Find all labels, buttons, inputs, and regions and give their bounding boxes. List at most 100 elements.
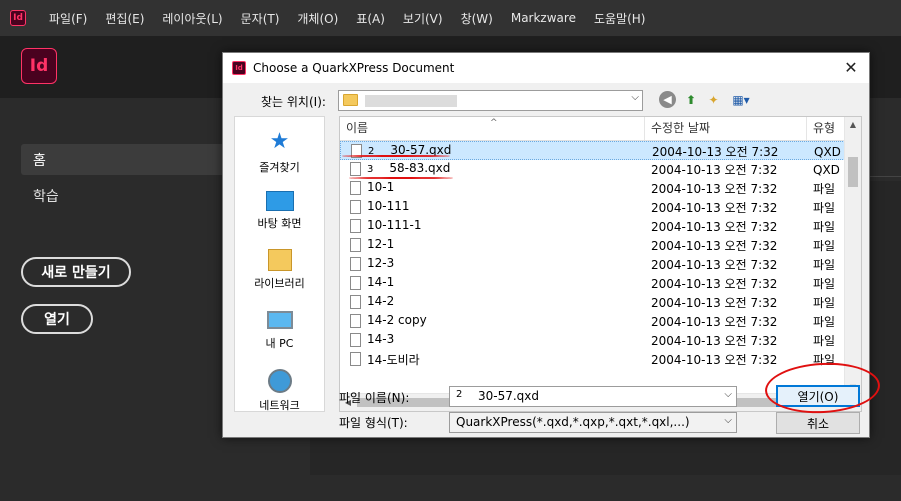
file-name-prefix: 2 xyxy=(456,389,463,400)
back-icon[interactable]: ◀ xyxy=(659,91,676,108)
file-name: 10-111-1 xyxy=(367,218,421,232)
file-icon xyxy=(350,238,361,252)
file-row[interactable]: 14-1 2004-10-13 오전 7:32 파일 xyxy=(340,274,847,293)
file-name: 14-도비라 xyxy=(367,351,420,368)
folder-icon xyxy=(343,94,358,106)
divider xyxy=(870,176,901,177)
file-icon xyxy=(350,219,361,233)
open-button[interactable]: 열기 xyxy=(21,304,93,334)
menu-layout[interactable]: 레이아웃(L) xyxy=(153,10,231,27)
file-name-input[interactable]: 2 30-57.qxd ⌵ xyxy=(449,386,737,407)
file-type: 파일 xyxy=(813,315,836,329)
menu-table[interactable]: 표(A) xyxy=(347,10,394,27)
scroll-thumb[interactable] xyxy=(848,157,858,187)
file-row[interactable]: 14-3 2004-10-13 오전 7:32 파일 xyxy=(340,331,847,350)
chevron-down-icon[interactable]: ⌵ xyxy=(724,389,732,400)
file-date: 2004-10-13 오전 7:32 xyxy=(651,220,778,234)
menu-view[interactable]: 보기(V) xyxy=(394,10,452,27)
file-row[interactable]: 230-57.qxd2004-10-13 오전 7:32QXD 파 xyxy=(340,141,848,160)
place-desktop[interactable]: 바탕 화면 xyxy=(235,181,324,239)
annotation-underline xyxy=(349,177,453,179)
dialog-titlebar[interactable]: Id Choose a QuarkXPress Document ✕ xyxy=(223,53,869,83)
place-libraries[interactable]: 라이브러리 xyxy=(235,241,324,299)
look-in-dropdown[interactable]: ⌵ xyxy=(338,90,643,111)
file-icon xyxy=(350,181,361,195)
menu-object[interactable]: 개체(O) xyxy=(288,10,347,27)
view-menu-icon[interactable]: ▦▾ xyxy=(728,91,754,109)
pc-icon xyxy=(266,311,293,329)
file-name: 14-3 xyxy=(367,332,394,346)
file-icon xyxy=(350,162,361,176)
file-date: 2004-10-13 오전 7:32 xyxy=(651,353,778,367)
file-row[interactable]: 10-111 2004-10-13 오전 7:32 파일 xyxy=(340,198,847,217)
nav-learn[interactable]: 학습 xyxy=(21,180,231,211)
file-name-text: 14-도비라 xyxy=(367,353,420,367)
place-label: 내 PC xyxy=(265,337,294,350)
file-name-text: 10-111 xyxy=(367,199,410,213)
file-date: 2004-10-13 오전 7:32 xyxy=(651,182,778,196)
column-header-date[interactable]: 수정한 날짜 xyxy=(645,117,807,140)
file-icon xyxy=(350,257,361,271)
menu-bar: Id 파일(F) 편집(E) 레이아웃(L) 문자(T) 개체(O) 표(A) … xyxy=(0,0,901,36)
place-network[interactable]: 네트워크 xyxy=(235,361,324,419)
scroll-up-icon[interactable]: ▲ xyxy=(845,117,861,133)
file-row[interactable]: 12-3 2004-10-13 오전 7:32 파일 xyxy=(340,255,847,274)
menu-type[interactable]: 문자(T) xyxy=(232,10,289,27)
file-name-label: 파일 이름(N): xyxy=(339,391,410,405)
indesign-title-icon: Id xyxy=(232,61,246,75)
file-type-label: 파일 형식(T): xyxy=(339,416,408,430)
file-name-text: 58-83.qxd xyxy=(389,161,451,175)
file-row[interactable]: 14-도비라 2004-10-13 오전 7:32 파일 xyxy=(340,350,847,369)
new-document-button[interactable]: 새로 만들기 xyxy=(21,257,131,287)
file-name: 10-111 xyxy=(367,199,410,213)
place-favorites[interactable]: ★ 즐겨찾기 xyxy=(235,121,324,179)
file-date: 2004-10-13 오전 7:32 xyxy=(651,334,778,348)
look-in-label: 찾는 위치(I): xyxy=(261,95,326,109)
column-header-type[interactable]: 유형 xyxy=(807,117,847,140)
file-row[interactable]: 10-1 2004-10-13 오전 7:32 파일 xyxy=(340,179,847,198)
place-label: 바탕 화면 xyxy=(257,217,302,230)
quark-open-dialog: Id Choose a QuarkXPress Document ✕ 찾는 위치… xyxy=(222,52,882,438)
file-name-text: 14-3 xyxy=(367,332,395,346)
file-row[interactable]: 14-2 2004-10-13 오전 7:32 파일 xyxy=(340,293,847,312)
new-folder-icon[interactable]: ✦ xyxy=(705,91,722,109)
file-name-value: 30-57.qxd xyxy=(478,389,540,403)
column-label: 이름 xyxy=(346,121,369,135)
place-this-pc[interactable]: 내 PC xyxy=(235,301,324,359)
file-name-text: 12-1 xyxy=(367,237,395,251)
close-icon[interactable]: ✕ xyxy=(841,58,861,78)
file-date: 2004-10-13 오전 7:32 xyxy=(651,277,778,291)
menu-file[interactable]: 파일(F) xyxy=(40,10,96,27)
menu-markzware[interactable]: Markzware xyxy=(502,11,585,25)
file-date: 2004-10-13 오전 7:32 xyxy=(651,258,778,272)
up-folder-icon[interactable]: ⬆ xyxy=(683,91,699,109)
file-name: 14-2 copy xyxy=(367,313,427,327)
nav-home[interactable]: 홈 xyxy=(21,144,231,175)
file-row[interactable]: 10-111-1 2004-10-13 오전 7:32 파일 xyxy=(340,217,847,236)
file-date: 2004-10-13 오전 7:32 xyxy=(651,201,778,215)
library-icon xyxy=(267,249,292,271)
file-date: 2004-10-13 오전 7:32 xyxy=(651,163,778,177)
annotation-underline xyxy=(342,155,450,157)
file-icon xyxy=(350,200,361,214)
chevron-down-icon: ⌵ xyxy=(631,92,639,103)
file-type-select[interactable]: QuarkXPress(*.qxd,*.qxp,*.qxt,*.qxl,...)… xyxy=(449,412,737,433)
menu-help[interactable]: 도움말(H) xyxy=(585,10,655,27)
file-name-text: 14-2 xyxy=(367,294,395,308)
file-type: 파일 xyxy=(813,296,836,310)
file-date: 2004-10-13 오전 7:32 xyxy=(652,145,779,159)
cancel-button[interactable]: 취소 xyxy=(776,412,860,434)
file-row[interactable]: 12-1 2004-10-13 오전 7:32 파일 xyxy=(340,236,847,255)
menu-edit[interactable]: 편집(E) xyxy=(96,10,153,27)
vertical-scrollbar[interactable]: ▲ ▼ xyxy=(844,117,861,396)
file-icon xyxy=(350,276,361,290)
file-row[interactable]: 14-2 copy 2004-10-13 오전 7:32 파일 xyxy=(340,312,847,331)
file-name: 3 58-83.qxd xyxy=(367,161,450,175)
file-icon xyxy=(350,352,361,366)
file-type: 파일 xyxy=(813,277,836,291)
menu-window[interactable]: 창(W) xyxy=(452,10,502,27)
place-label: 라이브러리 xyxy=(254,277,305,290)
file-type: 파일 xyxy=(813,220,836,234)
sort-ascending-icon: ^ xyxy=(490,118,498,128)
column-header-name[interactable]: ^ 이름 xyxy=(340,117,645,140)
